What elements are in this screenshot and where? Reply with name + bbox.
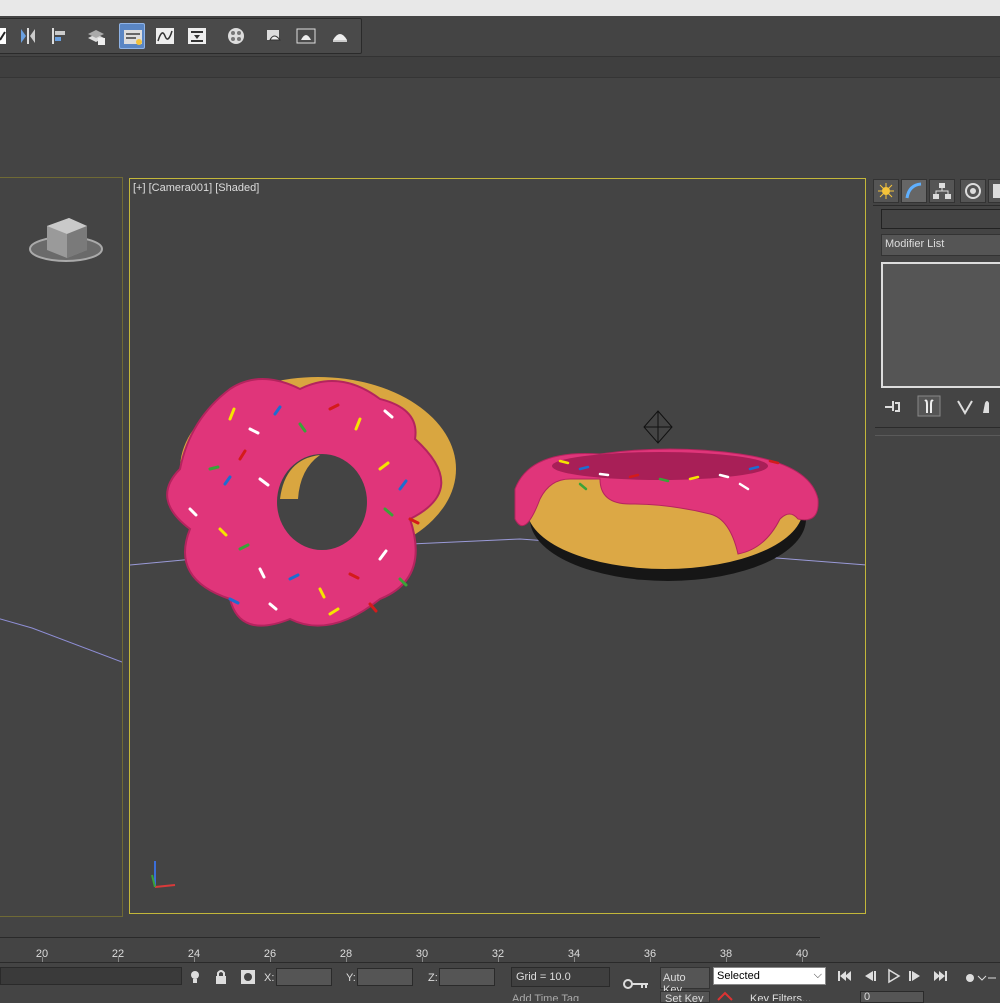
command-panel: Modifier List xyxy=(870,177,1000,930)
ground-grid-line xyxy=(0,618,122,663)
x-label: X: xyxy=(264,972,275,984)
tick-label: 34 xyxy=(567,948,581,960)
modifier-list-dropdown[interactable]: Modifier List xyxy=(881,234,1000,256)
tick-label: 30 xyxy=(415,948,429,960)
grid-size: Grid = 10.0 xyxy=(511,967,610,987)
y-coordinate-field[interactable] xyxy=(357,968,413,986)
status-bar: X: Y: Z: Grid = 10.0 Add Time Tag Auto K… xyxy=(0,962,1000,1003)
ribbon-bar xyxy=(0,57,1000,78)
tick-label: 32 xyxy=(491,948,505,960)
pin-stack-icon[interactable] xyxy=(885,401,900,412)
absolute-mode-icon[interactable] xyxy=(240,969,256,985)
tick-label: 28 xyxy=(339,948,353,960)
y-label: Y: xyxy=(346,972,356,984)
z-label: Z: xyxy=(428,972,438,984)
current-frame-field[interactable]: 0 xyxy=(860,991,924,1003)
left-viewport-canvas xyxy=(0,218,122,663)
previous-frame-icon[interactable] xyxy=(859,967,879,985)
isolate-selection-icon[interactable] xyxy=(188,969,202,985)
remove-modifier-icon[interactable] xyxy=(983,401,989,413)
axis-tripod-icon xyxy=(151,861,176,888)
hierarchy-icon[interactable] xyxy=(929,179,955,203)
tick-label: 38 xyxy=(719,948,733,960)
tick-label: 22 xyxy=(111,948,125,960)
align-icon[interactable] xyxy=(47,23,73,49)
material-editor-icon[interactable] xyxy=(223,23,249,49)
object-name-field[interactable] xyxy=(881,209,1000,229)
x-coordinate-field[interactable] xyxy=(276,968,332,986)
set-key-mode-icon[interactable] xyxy=(622,977,650,991)
motion-icon[interactable] xyxy=(960,179,986,203)
next-frame-icon[interactable] xyxy=(906,967,926,985)
tick-label: 26 xyxy=(263,948,277,960)
tick-label: 36 xyxy=(643,948,657,960)
main-toolbar xyxy=(0,16,1000,57)
go-to-end-icon[interactable] xyxy=(930,967,950,985)
rendered-frame-icon[interactable] xyxy=(293,23,319,49)
title-strip xyxy=(0,0,1000,16)
render-icon[interactable] xyxy=(327,23,353,49)
set-key-button[interactable]: Set Key xyxy=(660,991,710,1003)
key-set-dropdown[interactable]: Selected ⌵ xyxy=(713,967,826,985)
donut-front[interactable] xyxy=(166,377,456,627)
scene-explorer-icon[interactable] xyxy=(119,23,145,49)
navigation-controls-icon[interactable] xyxy=(960,968,1000,1003)
show-end-result-icon[interactable] xyxy=(917,395,941,417)
prompt-field xyxy=(0,967,182,985)
selected-value: Selected xyxy=(717,970,760,982)
display-icon[interactable] xyxy=(988,179,1000,203)
modify-icon[interactable] xyxy=(901,179,927,203)
modifier-stack[interactable] xyxy=(881,262,1000,388)
play-icon[interactable] xyxy=(883,967,903,985)
create-icon[interactable] xyxy=(873,179,899,203)
schematic-view-icon[interactable] xyxy=(184,23,210,49)
lock-selection-icon[interactable] xyxy=(214,969,228,985)
camera-target-icon[interactable] xyxy=(643,410,673,444)
make-unique-icon[interactable] xyxy=(957,400,973,415)
donut-back[interactable] xyxy=(514,448,819,581)
curve-editor-icon[interactable] xyxy=(152,23,178,49)
toolbar-group xyxy=(0,18,362,54)
ribbon-panel xyxy=(0,78,1000,176)
auto-key-button[interactable]: Auto Key xyxy=(660,967,710,996)
timeline-ruler[interactable]: 20 22 24 26 28 30 32 34 36 38 40 xyxy=(0,937,820,963)
donut-hole xyxy=(277,454,367,550)
render-setup-icon[interactable] xyxy=(261,23,287,49)
camera-viewport[interactable]: [+] [Camera001] [Shaded] xyxy=(129,178,866,914)
viewport-scene xyxy=(130,377,865,888)
layer-manager-icon[interactable] xyxy=(83,23,109,49)
z-coordinate-field[interactable] xyxy=(439,968,495,986)
stack-buttons xyxy=(881,395,1000,417)
chevron-down-icon: ⌵ xyxy=(813,969,822,981)
left-viewport[interactable] xyxy=(0,177,123,917)
mirror-icon[interactable] xyxy=(15,23,41,49)
tick-label: 20 xyxy=(35,948,49,960)
tick-label: 40 xyxy=(795,948,809,960)
go-to-start-icon[interactable] xyxy=(835,967,855,985)
tick-label: 24 xyxy=(187,948,201,960)
